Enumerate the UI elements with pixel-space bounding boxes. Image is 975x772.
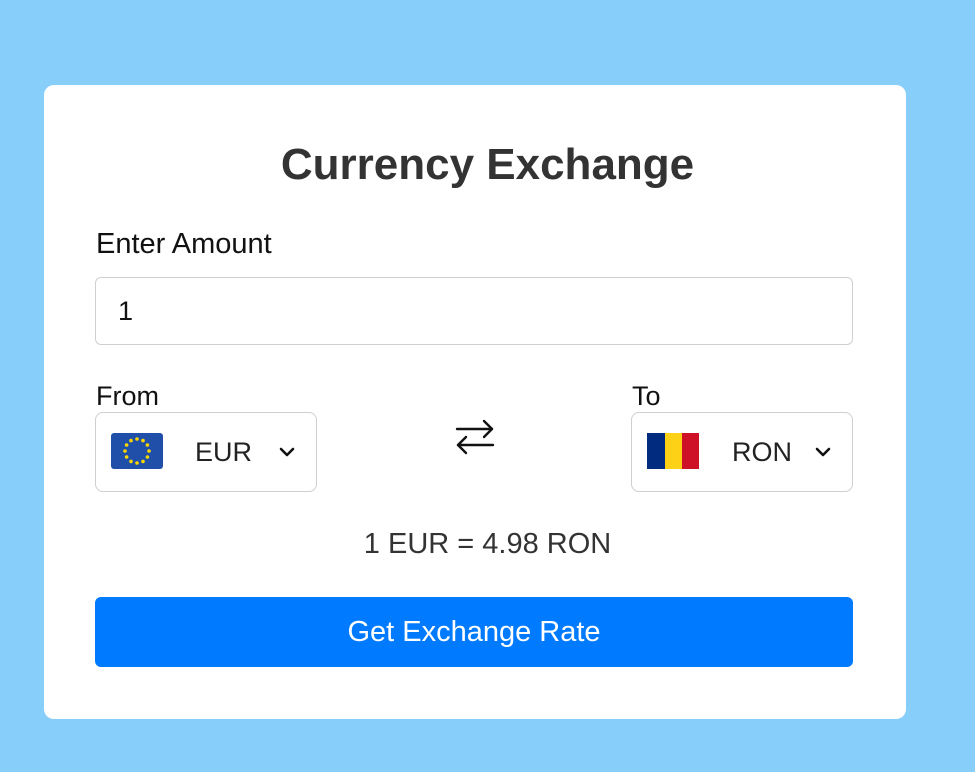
get-exchange-rate-button[interactable]: Get Exchange Rate [95,597,853,667]
from-currency-select[interactable]: EUR [95,412,317,492]
exchange-rate-result: 1 EUR = 4.98 RON [363,528,612,560]
romania-flag-icon [647,433,699,469]
from-currency-code: EUR [195,437,253,467]
chevron-down-icon [815,447,831,457]
to-currency-code: RON [732,437,792,467]
from-label: From [96,381,159,411]
amount-input[interactable] [95,277,853,345]
chevron-down-icon [279,447,295,457]
to-label: To [632,381,661,411]
to-currency-select[interactable]: RON [631,412,853,492]
eu-flag-icon [111,433,163,469]
page-title: Currency Exchange [280,140,695,189]
amount-label: Enter Amount [96,228,272,260]
swap-arrows-icon[interactable] [452,414,498,458]
